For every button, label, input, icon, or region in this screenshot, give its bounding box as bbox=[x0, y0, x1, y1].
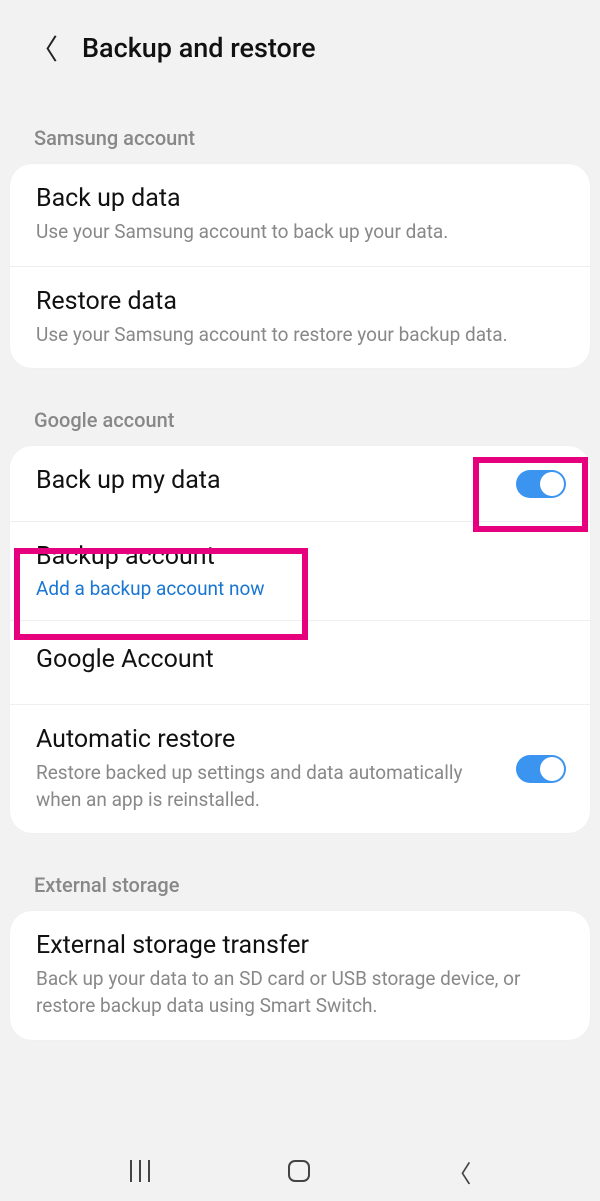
automatic-restore-toggle[interactable] bbox=[516, 755, 566, 783]
restore-data-title: Restore data bbox=[36, 287, 566, 316]
automatic-restore-subtitle: Restore backed up settings and data auto… bbox=[36, 760, 500, 813]
restore-data-subtitle: Use your Samsung account to restore your… bbox=[36, 322, 566, 349]
backup-account-item[interactable]: Backup account Add a backup account now bbox=[10, 522, 590, 621]
section-label-samsung: Samsung account bbox=[0, 86, 600, 164]
header: 〈 Backup and restore bbox=[0, 0, 600, 86]
backup-account-link[interactable]: Add a backup account now bbox=[36, 577, 566, 600]
automatic-restore-title: Automatic restore bbox=[36, 725, 500, 754]
external-transfer-item[interactable]: External storage transfer Back up your d… bbox=[10, 911, 590, 1039]
samsung-card: Back up data Use your Samsung account to… bbox=[10, 164, 590, 368]
back-icon[interactable]: 〈 bbox=[30, 28, 58, 68]
section-label-external: External storage bbox=[0, 833, 600, 911]
nav-recent-icon[interactable] bbox=[130, 1160, 150, 1182]
automatic-restore-item[interactable]: Automatic restore Restore backed up sett… bbox=[10, 705, 590, 833]
external-card: External storage transfer Back up your d… bbox=[10, 911, 590, 1039]
section-label-google: Google account bbox=[0, 368, 600, 446]
backup-data-item[interactable]: Back up data Use your Samsung account to… bbox=[10, 164, 590, 267]
backup-my-data-title: Back up my data bbox=[36, 466, 500, 495]
backup-my-data-item[interactable]: Back up my data bbox=[10, 446, 590, 522]
external-transfer-subtitle: Back up your data to an SD card or USB s… bbox=[36, 966, 566, 1019]
backup-data-title: Back up data bbox=[36, 184, 566, 213]
google-account-title: Google Account bbox=[36, 645, 564, 674]
google-account-item[interactable]: Google Account bbox=[10, 621, 590, 705]
backup-my-data-toggle[interactable] bbox=[516, 470, 566, 498]
restore-data-item[interactable]: Restore data Use your Samsung account to… bbox=[10, 267, 590, 369]
external-transfer-title: External storage transfer bbox=[36, 931, 566, 960]
nav-home-icon[interactable] bbox=[288, 1160, 310, 1182]
backup-account-title: Backup account bbox=[36, 542, 566, 571]
backup-data-subtitle: Use your Samsung account to back up your… bbox=[36, 219, 566, 246]
google-card: Back up my data Backup account Add a bac… bbox=[10, 446, 590, 833]
nav-back-icon[interactable]: 〈 bbox=[447, 1154, 471, 1189]
nav-bar: 〈 bbox=[0, 1141, 600, 1201]
page-title: Backup and restore bbox=[82, 32, 316, 64]
